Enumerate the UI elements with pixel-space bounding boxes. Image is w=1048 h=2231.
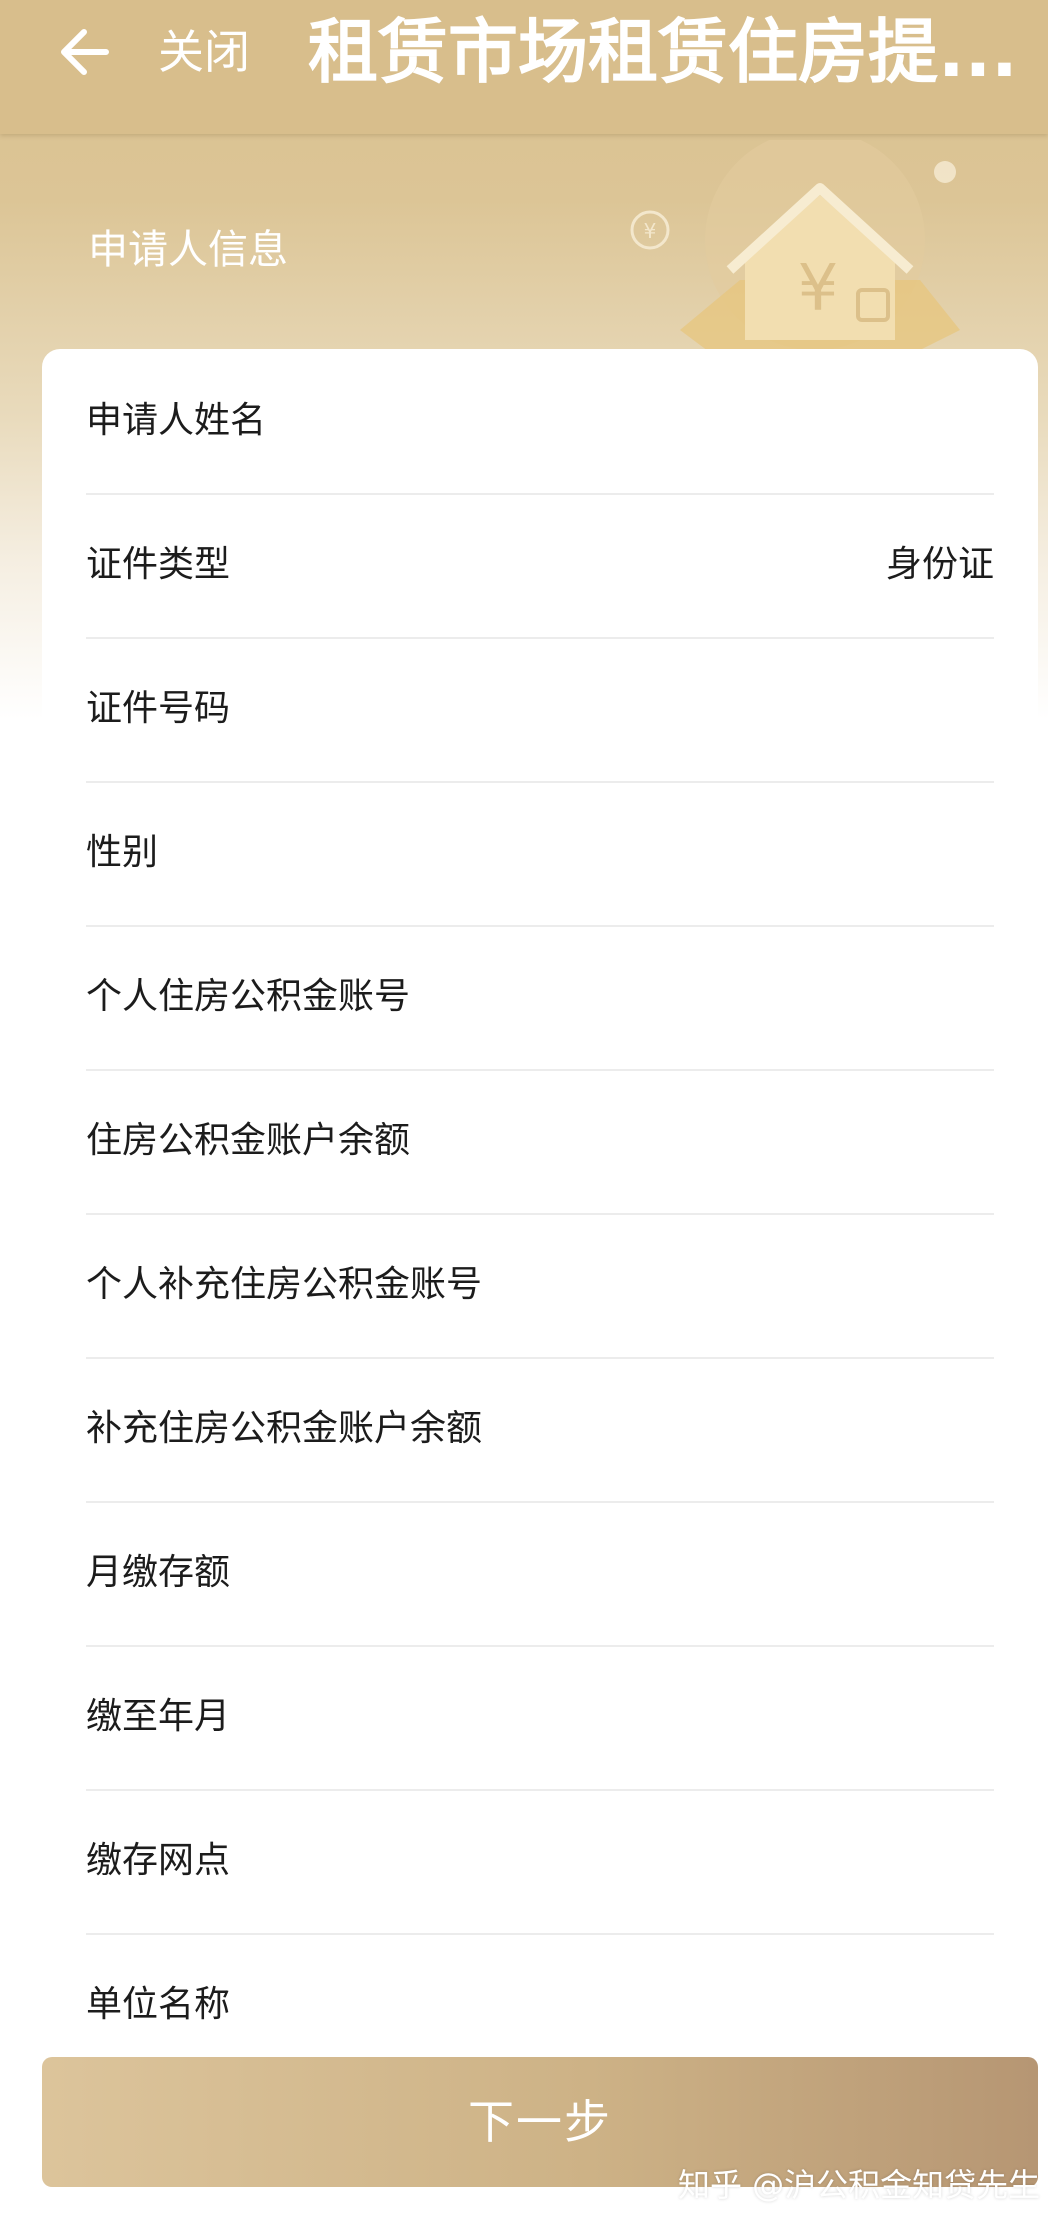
arrow-left-icon[interactable]: [54, 22, 114, 82]
field-label: 性别: [86, 832, 159, 873]
field-supplementary-account[interactable]: 个人补充住房公积金账号: [86, 1213, 994, 1359]
field-value: 身份证: [885, 544, 994, 585]
field-label: 月缴存额: [86, 1552, 231, 1593]
watermark: 知乎 @沪公积金知贷先生: [678, 2166, 1041, 2204]
page-title: 租赁市场租赁住房提...: [308, 11, 1018, 93]
field-fund-account[interactable]: 个人住房公积金账号: [86, 925, 994, 1071]
svg-text:¥: ¥: [644, 219, 657, 243]
field-fund-balance[interactable]: 住房公积金账户余额: [86, 1069, 994, 1215]
field-label: 单位名称: [86, 1984, 231, 2025]
close-button[interactable]: 关闭: [158, 22, 250, 82]
field-label: 证件类型: [86, 544, 231, 585]
field-label: 个人住房公积金账号: [86, 976, 411, 1017]
field-gender[interactable]: 性别: [86, 781, 994, 927]
field-label: 证件号码: [86, 688, 231, 729]
section-title: 申请人信息: [88, 227, 288, 273]
field-label: 缴存网点: [86, 1840, 231, 1881]
field-label: 补充住房公积金账户余额: [86, 1408, 483, 1449]
field-label: 缴至年月: [86, 1696, 231, 1737]
field-label: 申请人姓名: [86, 400, 267, 441]
field-id-number[interactable]: 证件号码: [86, 637, 994, 783]
top-bar: 关闭 租赁市场租赁住房提...: [0, 0, 1048, 134]
house-yuan-illustration: ¥ ¥: [630, 140, 960, 360]
field-supplementary-balance[interactable]: 补充住房公积金账户余额: [86, 1357, 994, 1503]
applicant-info-form: 申请人姓名 证件类型 身份证 证件号码 性别 个人住房公积金账号 住房公积金账户…: [42, 349, 1038, 2039]
field-label: 住房公积金账户余额: [86, 1120, 411, 1161]
field-label: 个人补充住房公积金账号: [86, 1264, 483, 1305]
svg-text:¥: ¥: [798, 252, 839, 326]
field-employer-name[interactable]: 单位名称: [86, 1933, 994, 2039]
field-id-type[interactable]: 证件类型 身份证: [86, 493, 994, 639]
field-paid-until[interactable]: 缴至年月: [86, 1645, 994, 1791]
field-monthly-deposit[interactable]: 月缴存额: [86, 1501, 994, 1647]
field-applicant-name[interactable]: 申请人姓名: [86, 349, 994, 495]
field-deposit-branch[interactable]: 缴存网点: [86, 1789, 994, 1935]
